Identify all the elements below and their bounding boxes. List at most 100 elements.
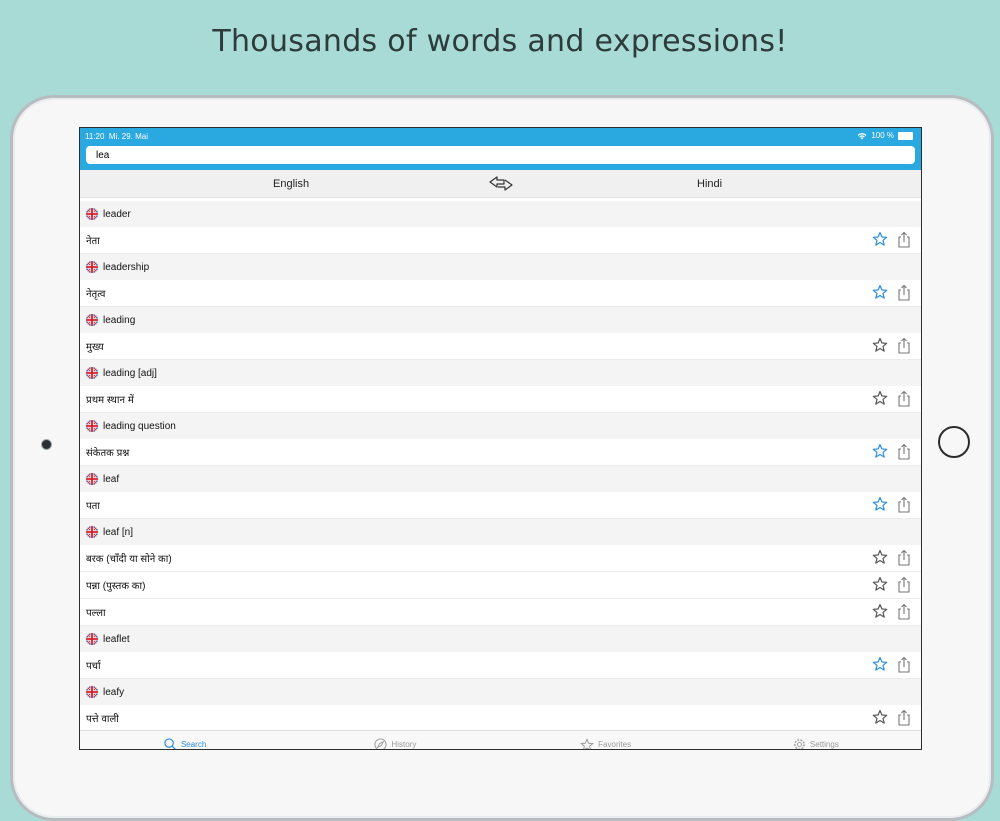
source-language[interactable]: English [273, 178, 309, 190]
share-icon[interactable] [896, 549, 912, 566]
uk-flag-icon [86, 208, 98, 220]
language-bar: English Hindi [80, 170, 921, 198]
compass-icon [374, 738, 387, 749]
entry-word: leaflet [103, 633, 130, 645]
translation-text: बरक (चाँदी या सोने का) [86, 554, 172, 565]
entry-header: leader [80, 201, 921, 227]
app-screen: 11:20 Mi. 29. Mai 100 % English Hindi le… [79, 127, 922, 750]
share-icon[interactable] [896, 496, 912, 513]
results-list: leader नेता leadership नेतृत्व leading मुख्य l… [80, 201, 921, 732]
share-icon[interactable] [896, 603, 912, 620]
entry-word: leading [103, 314, 136, 326]
home-button[interactable] [938, 426, 970, 458]
entry-header: leading [80, 307, 921, 333]
translation-row[interactable]: पर्चा [80, 652, 921, 679]
favorite-star-icon[interactable] [872, 549, 888, 566]
row-actions [872, 709, 912, 726]
share-icon[interactable] [896, 390, 912, 407]
uk-flag-icon [86, 633, 98, 645]
entry-word: leadership [103, 261, 150, 273]
target-language[interactable]: Hindi [697, 178, 722, 190]
row-actions [872, 443, 912, 460]
favorite-star-icon[interactable] [872, 709, 888, 726]
gear-icon [793, 738, 806, 749]
status-time: 11:20 [85, 132, 105, 141]
star-icon [580, 737, 595, 749]
row-actions [872, 390, 912, 407]
translation-row[interactable]: संकेतक प्रश्न [80, 439, 921, 466]
uk-flag-icon [86, 314, 98, 326]
translation-text: नेता [86, 236, 100, 247]
favorite-star-icon[interactable] [872, 656, 888, 673]
translation-text: पत्ते वाली [86, 714, 119, 725]
entry-word: leading question [103, 420, 176, 432]
translation-row[interactable]: नेता [80, 227, 921, 254]
entry-header: leafy [80, 679, 921, 705]
favorite-star-icon[interactable] [872, 496, 888, 513]
translation-text: पन्ना (पुस्तक का) [86, 581, 146, 592]
favorite-star-icon[interactable] [872, 390, 888, 407]
share-icon[interactable] [896, 443, 912, 460]
battery-icon [898, 131, 913, 140]
entry-header: leaf [80, 466, 921, 492]
translation-row[interactable]: प्रथम स्थान में [80, 386, 921, 413]
translation-text: मुख्य [86, 342, 104, 353]
headline: Thousands of words and expressions! [212, 24, 788, 59]
favorite-star-icon[interactable] [872, 284, 888, 301]
translation-row[interactable]: पल्ला [80, 599, 921, 626]
search-input[interactable] [86, 146, 915, 164]
tab-label: Favorites [598, 740, 632, 749]
row-actions [872, 496, 912, 513]
swap-languages-icon[interactable] [488, 175, 514, 192]
uk-flag-icon [86, 420, 98, 432]
uk-flag-icon [86, 473, 98, 485]
tab-settings[interactable]: Settings [711, 731, 921, 749]
row-actions [872, 576, 912, 593]
share-icon[interactable] [896, 337, 912, 354]
translation-row[interactable]: पन्ना (पुस्तक का) [80, 572, 921, 599]
share-icon[interactable] [896, 656, 912, 673]
entry-word: leaf [n] [103, 526, 134, 538]
favorite-star-icon[interactable] [872, 231, 888, 248]
entry-header: leadership [80, 254, 921, 280]
favorite-star-icon[interactable] [872, 443, 888, 460]
row-actions [872, 337, 912, 354]
translation-row[interactable]: मुख्य [80, 333, 921, 360]
tab-favorites[interactable]: Favorites [501, 731, 711, 749]
row-actions [872, 656, 912, 673]
top-bar: 11:20 Mi. 29. Mai 100 % [80, 128, 921, 170]
translation-row[interactable]: बरक (चाँदी या सोने का) [80, 545, 921, 572]
camera [41, 439, 52, 450]
translation-text: संकेतक प्रश्न [86, 448, 130, 459]
translation-row[interactable]: नेतृत्व [80, 280, 921, 307]
entry-header: leaflet [80, 626, 921, 652]
share-icon[interactable] [896, 284, 912, 301]
share-icon[interactable] [896, 576, 912, 593]
translation-text: प्रथम स्थान में [86, 395, 134, 406]
tab-label: Settings [809, 740, 839, 749]
status-time-date: 11:20 Mi. 29. Mai [85, 132, 148, 141]
uk-flag-icon [86, 367, 98, 379]
status-date: Mi. 29. Mai [108, 132, 149, 141]
entry-word: leader [103, 208, 131, 220]
entry-word: leafy [103, 686, 125, 698]
search-icon [164, 738, 177, 749]
translation-row[interactable]: पत्ते वाली [80, 705, 921, 732]
translation-row[interactable]: पता [80, 492, 921, 519]
favorite-star-icon[interactable] [872, 603, 888, 620]
tab-bar: Search History Favorites Settings [80, 730, 921, 749]
entry-header: leading question [80, 413, 921, 439]
share-icon[interactable] [896, 709, 912, 726]
tab-search[interactable]: Search [80, 731, 290, 749]
tab-history[interactable]: History [290, 731, 500, 749]
tab-label: Search [180, 740, 207, 749]
favorite-star-icon[interactable] [872, 337, 888, 354]
row-actions [872, 231, 912, 248]
translation-text: पता [86, 501, 100, 512]
favorite-star-icon[interactable] [872, 576, 888, 593]
row-actions [872, 549, 912, 566]
uk-flag-icon [86, 261, 98, 273]
entry-header: leading [adj] [80, 360, 921, 386]
entry-word: leaf [103, 473, 120, 485]
share-icon[interactable] [896, 231, 912, 248]
